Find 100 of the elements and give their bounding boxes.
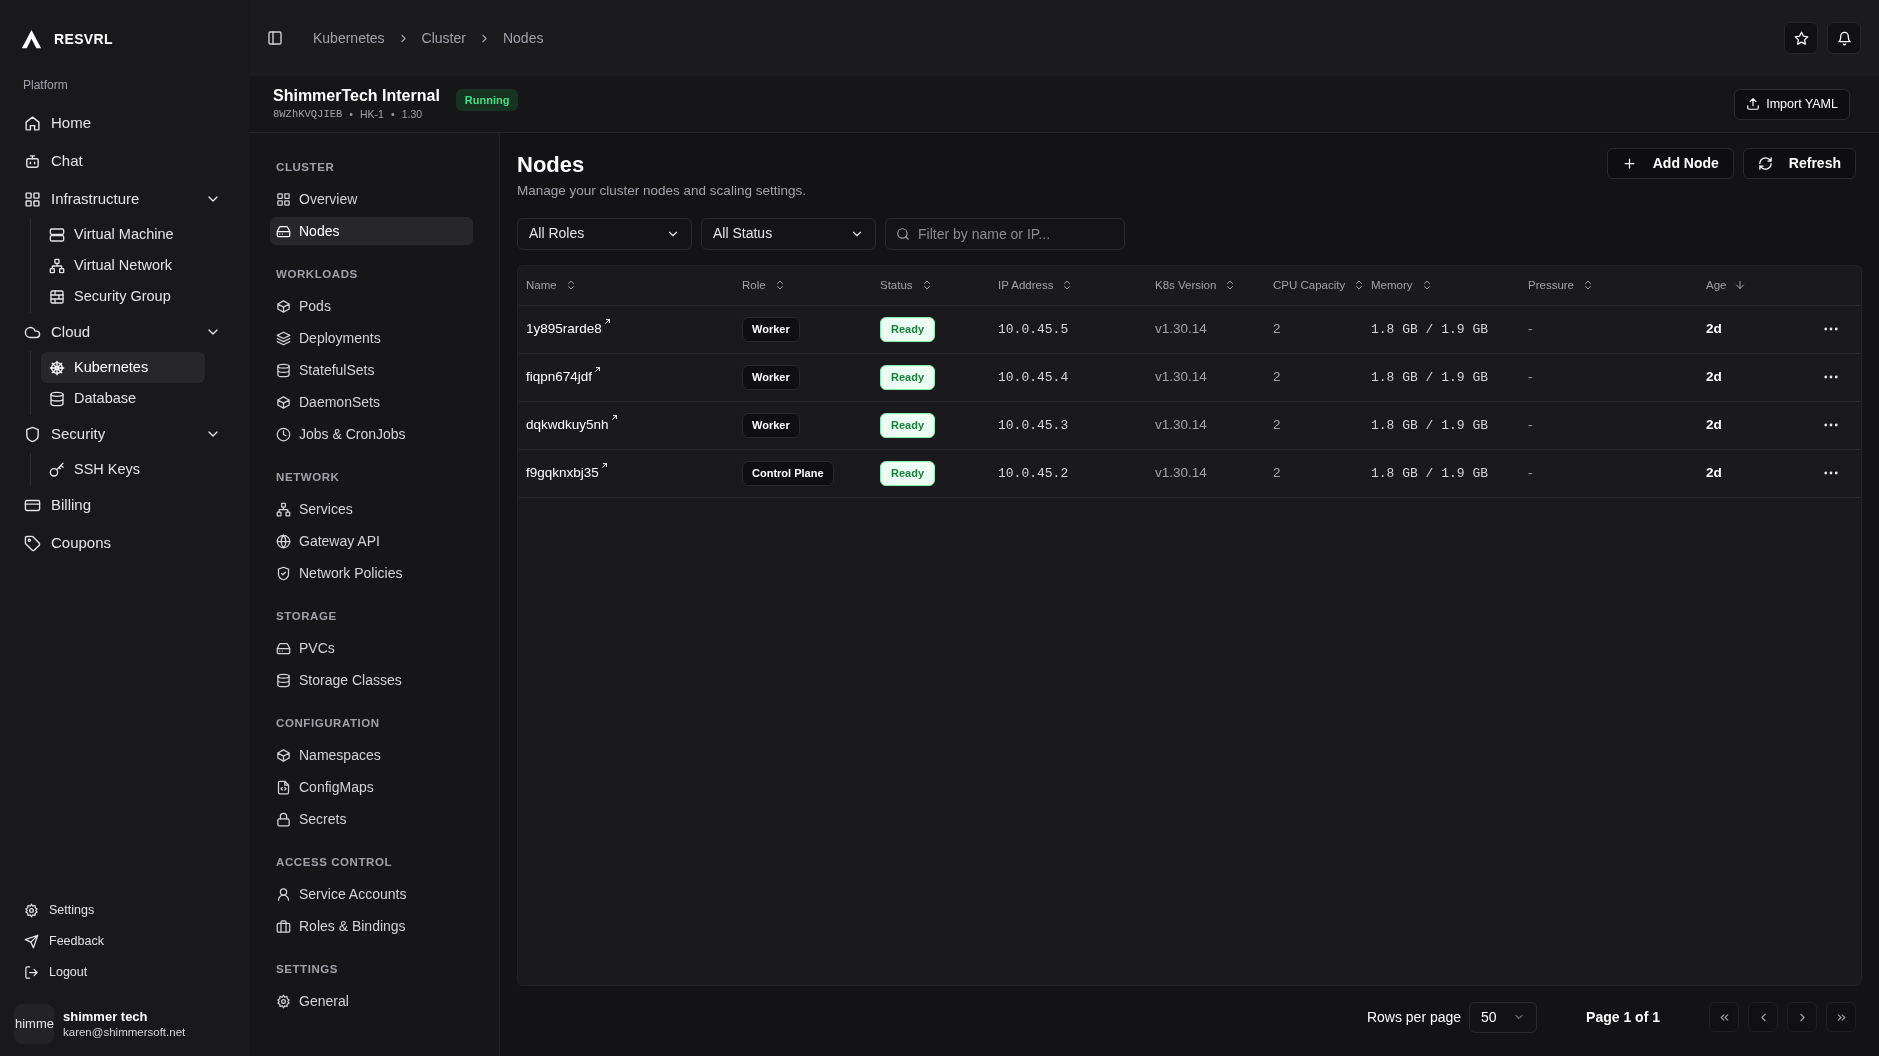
action-button[interactable]: Add Node (1606, 148, 1734, 179)
upload-icon (1746, 97, 1761, 111)
breadcrumb[interactable]: Nodes (502, 27, 544, 49)
table-cell-text: v1.30.14 (1155, 368, 1208, 387)
cube-icon (276, 747, 291, 763)
table-cell-text: 1.8 GB / 1.9 GB (1371, 320, 1490, 339)
cluster-meta: 1.30 (401, 106, 423, 122)
table-cell-text: v1.30.14 (1155, 464, 1208, 483)
grid-icon (276, 191, 291, 207)
page-subtitle: Manage your cluster nodes and scaling settings. (517, 181, 806, 200)
node-link[interactable]: fiqpn674jdf (526, 367, 742, 388)
breadcrumb[interactable]: Cluster (421, 27, 466, 49)
column-header[interactable]: K8s Version (1155, 276, 1273, 294)
favorite-button[interactable] (1784, 22, 1818, 54)
cube-icon (276, 394, 291, 410)
subnav-item[interactable]: StatefulSets (270, 356, 473, 384)
subnav-item[interactable]: Namespaces (270, 741, 473, 769)
cluster-meta: 8WZhKVQJIEB (273, 106, 343, 122)
subnav-item[interactable]: Services (270, 495, 473, 523)
nav-subitem[interactable]: SSH Keys (41, 454, 205, 485)
status-dropdown[interactable]: All Status (701, 217, 876, 250)
subnav-item[interactable]: Overview (270, 185, 473, 213)
subnav-item[interactable]: Secrets (270, 805, 473, 833)
action-button[interactable]: Refresh (1742, 148, 1856, 179)
subnav-item[interactable]: Storage Classes (270, 666, 473, 694)
network-icon (49, 257, 65, 274)
import-yaml-button[interactable]: Import YAML (1734, 88, 1850, 120)
nav-subitem[interactable]: Database (41, 383, 205, 414)
more-button[interactable] (1824, 423, 1838, 428)
sidebar-toggle-button[interactable] (267, 30, 283, 46)
star-icon (1793, 30, 1809, 46)
role-dropdown[interactable]: All Roles (517, 217, 692, 250)
table-cell-text: 10.0.45.2 (998, 464, 1070, 483)
more-icon (1824, 423, 1838, 428)
subnav-item[interactable]: Gateway API (270, 527, 473, 555)
column-header[interactable]: Name (526, 276, 742, 294)
subnav-item[interactable]: PVCs (270, 634, 473, 662)
footer-link[interactable]: Settings (24, 895, 225, 926)
column-header[interactable]: CPU Capacity (1273, 276, 1371, 294)
nav-item[interactable]: Cloud (16, 313, 233, 351)
table-cell-text: 2 (1273, 320, 1282, 339)
column-header[interactable]: Age (1706, 276, 1819, 294)
nav-item[interactable]: Home (16, 104, 233, 142)
search-field[interactable]: Filter by name or IP... (885, 217, 1125, 250)
subnav-item[interactable]: Service Accounts (270, 880, 473, 908)
logout-icon (24, 965, 39, 980)
subnav-item[interactable]: Network Policies (270, 559, 473, 587)
send-icon (24, 934, 39, 949)
nav-subitem[interactable]: Virtual Network (41, 250, 205, 281)
column-header[interactable]: Memory (1371, 276, 1528, 294)
subnav-item[interactable]: Jobs & CronJobs (270, 420, 473, 448)
nav-item[interactable]: Coupons (16, 524, 233, 562)
breadcrumb[interactable]: Kubernetes (313, 27, 385, 49)
subnav-item[interactable]: Roles & Bindings (270, 912, 473, 940)
hard-drive-icon (276, 223, 291, 239)
table-cell-text: 2d (1706, 416, 1723, 435)
robot-icon (24, 152, 41, 170)
subnav-item[interactable]: Pods (270, 292, 473, 320)
column-header[interactable]: Status (880, 276, 998, 294)
nav-item[interactable]: Billing (16, 486, 233, 524)
settings-icon (276, 993, 291, 1009)
status-badge: Ready (880, 461, 936, 486)
node-link[interactable]: f9gqknxbj35 (526, 463, 742, 484)
section-heading: NETWORK (275, 470, 341, 485)
footer-link[interactable]: Feedback (24, 926, 225, 957)
footer-link[interactable]: Logout (24, 957, 225, 988)
role-badge: Worker (742, 365, 800, 390)
node-link[interactable]: dqkwdkuy5nh (526, 415, 742, 436)
more-button[interactable] (1824, 471, 1838, 476)
nav-item[interactable]: Security (16, 415, 233, 453)
notifications-button[interactable] (1827, 22, 1861, 54)
subnav-item[interactable]: DaemonSets (270, 388, 473, 416)
more-button[interactable] (1824, 375, 1838, 380)
nav-subitem[interactable]: Security Group (41, 281, 205, 312)
subnav-item[interactable]: ConfigMaps (270, 773, 473, 801)
separator-dot: • (390, 106, 395, 122)
lock-icon (276, 811, 291, 827)
subnav-item[interactable]: Deployments (270, 324, 473, 352)
nav-item[interactable]: Infrastructure (16, 180, 233, 218)
shield-icon (24, 425, 41, 443)
database-icon (276, 672, 291, 688)
last-page-button[interactable] (1826, 1002, 1856, 1032)
column-header[interactable]: IP Address (998, 276, 1155, 294)
database-icon (49, 390, 65, 407)
rows-per-page-dropdown[interactable]: 50 (1469, 1001, 1538, 1033)
first-page-button[interactable] (1709, 1002, 1739, 1032)
column-header[interactable]: Role (742, 276, 880, 294)
node-link[interactable]: 1y895rarde8 (526, 319, 742, 340)
page-indicator: Page 1 of 1 (1586, 1007, 1660, 1027)
nav-subitem[interactable]: Kubernetes (41, 352, 205, 383)
column-header[interactable]: Pressure (1528, 276, 1706, 294)
subnav-item[interactable]: Nodes (270, 217, 473, 245)
more-button[interactable] (1824, 327, 1838, 332)
key-icon (49, 461, 65, 478)
role-badge: Worker (742, 413, 800, 438)
nav-item[interactable]: Chat (16, 142, 233, 180)
nav-subitem[interactable]: Virtual Machine (41, 219, 205, 250)
external-link-icon (609, 413, 619, 423)
subnav-item[interactable]: General (270, 987, 473, 1015)
table-cell-text: 1.8 GB / 1.9 GB (1371, 416, 1490, 435)
